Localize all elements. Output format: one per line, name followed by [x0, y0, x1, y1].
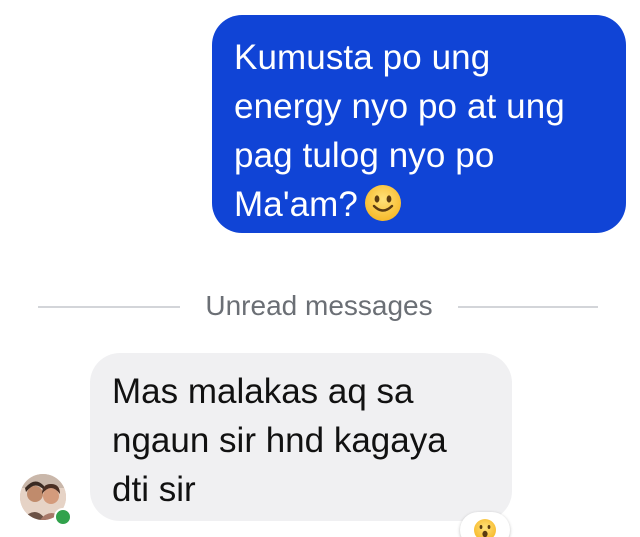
- surprised-face-icon: [474, 519, 496, 537]
- unread-messages-label: Unread messages: [205, 290, 433, 321]
- message-line: Kumusta po ung: [234, 38, 491, 77]
- message-reaction[interactable]: [460, 512, 510, 537]
- message-line: Ma'am?: [234, 180, 606, 235]
- slightly-smiling-face-icon: [364, 184, 402, 235]
- unread-messages-divider: Unread messages: [0, 288, 640, 324]
- message-text: Ma'am?: [234, 185, 358, 224]
- incoming-message-bubble[interactable]: Mas malakas aq sa ngaun sir hnd kagaya d…: [90, 353, 512, 521]
- message-line: Mas malakas aq sa: [112, 372, 414, 411]
- online-status-dot: [54, 508, 72, 526]
- divider-line: [38, 306, 180, 308]
- message-line: dti sir: [112, 470, 196, 509]
- message-line: energy nyo po at ung: [234, 87, 565, 126]
- divider-line: [458, 306, 598, 308]
- message-line: pag tulog nyo po: [234, 136, 495, 175]
- outgoing-message-bubble[interactable]: Kumusta po ung energy nyo po at ung pag …: [212, 15, 626, 233]
- chat-thread: Kumusta po ung energy nyo po at ung pag …: [0, 0, 640, 537]
- message-line: ngaun sir hnd kagaya: [112, 421, 447, 460]
